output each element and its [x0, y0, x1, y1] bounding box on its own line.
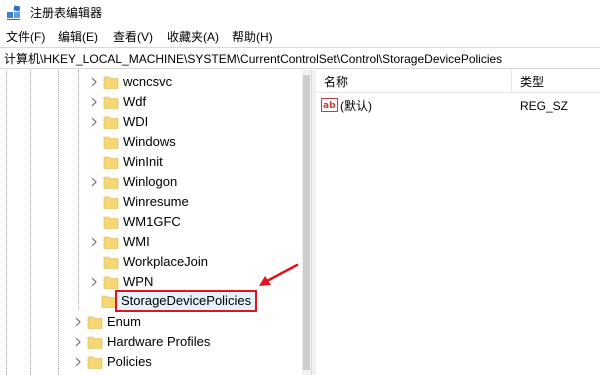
tree-item[interactable]: Hardware Profiles — [0, 332, 311, 352]
tree-item[interactable]: WDI — [0, 112, 311, 132]
tree-item[interactable]: Policies — [0, 352, 311, 372]
tree-item[interactable]: WMI — [0, 232, 311, 252]
tree-item-label: WPN — [123, 274, 154, 289]
registry-tree: wcncsvc Wdf WDI Windows WinInit Winlogon… — [0, 70, 311, 375]
tree-item-label: Hardware Profiles — [107, 334, 211, 349]
menu-file[interactable]: 文件(F) — [6, 29, 45, 45]
tree-item[interactable]: Wdf — [0, 92, 311, 112]
tree-item-label: Windows — [123, 134, 176, 149]
tree-item[interactable]: WinInit — [0, 152, 311, 172]
column-name[interactable]: 名称 — [324, 74, 348, 90]
tree-item-selected[interactable]: StorageDevicePolicies — [0, 290, 311, 312]
tree-item-label: Winlogon — [123, 174, 178, 189]
tree-item-label: WinInit — [123, 154, 163, 169]
chevron-right-icon[interactable] — [89, 235, 99, 249]
address-bar[interactable]: 计算机\HKEY_LOCAL_MACHINE\SYSTEM\CurrentCon… — [0, 47, 600, 69]
value-name: (默认) — [340, 99, 372, 113]
chevron-right-icon[interactable] — [73, 335, 83, 349]
menu-edit[interactable]: 编辑(E) — [58, 29, 98, 45]
menu-view[interactable]: 查看(V) — [113, 29, 153, 45]
folder-icon — [103, 156, 119, 169]
address-path[interactable]: 计算机\HKEY_LOCAL_MACHINE\SYSTEM\CurrentCon… — [4, 51, 502, 67]
annotation-arrow-icon — [259, 263, 299, 286]
chevron-right-icon[interactable] — [89, 275, 99, 289]
folder-icon — [103, 236, 119, 249]
chevron-right-icon[interactable] — [73, 355, 83, 369]
tree-scrollbar-thumb[interactable] — [303, 75, 310, 370]
folder-icon — [103, 176, 119, 189]
folder-icon — [103, 276, 119, 289]
tree-item-label: WDI — [123, 114, 149, 129]
tree-item[interactable]: Windows — [0, 132, 311, 152]
tree-scrollbar[interactable] — [302, 70, 311, 375]
folder-icon — [103, 76, 119, 89]
tree-item[interactable]: Winresume — [0, 192, 311, 212]
folder-icon — [87, 316, 103, 329]
column-divider[interactable] — [511, 70, 512, 92]
tree-item[interactable]: wcncsvc — [0, 72, 311, 92]
chevron-right-icon[interactable] — [89, 115, 99, 129]
folder-icon — [103, 136, 119, 149]
tree-item-label: Enum — [107, 314, 141, 329]
chevron-right-icon[interactable] — [73, 315, 83, 329]
tree-item-label: WMI — [123, 234, 150, 249]
chevron-right-icon[interactable] — [89, 175, 99, 189]
folder-icon — [87, 336, 103, 349]
folder-icon — [87, 356, 103, 369]
title-bar: 注册表编辑器 — [0, 0, 600, 26]
tree-item-label: WorkplaceJoin — [123, 254, 209, 269]
value-type: REG_SZ — [520, 99, 569, 113]
menu-help[interactable]: 帮助(H) — [232, 29, 273, 45]
string-value-icon: ab — [321, 98, 338, 112]
tree-item-label: WM1GFC — [123, 214, 181, 229]
menu-bar: 文件(F) 编辑(E) 查看(V) 收藏夹(A) 帮助(H) — [0, 27, 600, 47]
regedit-icon — [7, 5, 21, 20]
tree-item-label: Policies — [107, 354, 152, 369]
folder-icon — [103, 216, 119, 229]
column-type[interactable]: 类型 — [520, 74, 544, 90]
selected-key-label[interactable]: StorageDevicePolicies — [114, 290, 258, 312]
value-row[interactable]: ab (默认) REG_SZ — [316, 96, 600, 116]
tree-item-label: wcncsvc — [123, 74, 173, 89]
folder-icon — [101, 295, 117, 308]
tree-item-label: Wdf — [123, 94, 147, 109]
chevron-right-icon[interactable] — [89, 75, 99, 89]
chevron-right-icon[interactable] — [89, 95, 99, 109]
column-header: 名称 类型 — [316, 70, 600, 93]
tree-item[interactable]: Enum — [0, 312, 311, 332]
tree-item-label: Winresume — [123, 194, 189, 209]
tree-item[interactable]: Winlogon — [0, 172, 311, 192]
window-title: 注册表编辑器 — [30, 6, 103, 20]
folder-icon — [103, 116, 119, 129]
folder-icon — [103, 196, 119, 209]
values-list: 名称 类型 ab (默认) REG_SZ — [316, 70, 600, 375]
folder-icon — [103, 256, 119, 269]
tree-item[interactable]: WM1GFC — [0, 212, 311, 232]
folder-icon — [103, 96, 119, 109]
menu-favorites[interactable]: 收藏夹(A) — [167, 29, 219, 45]
svg-text:ab: ab — [323, 101, 336, 111]
